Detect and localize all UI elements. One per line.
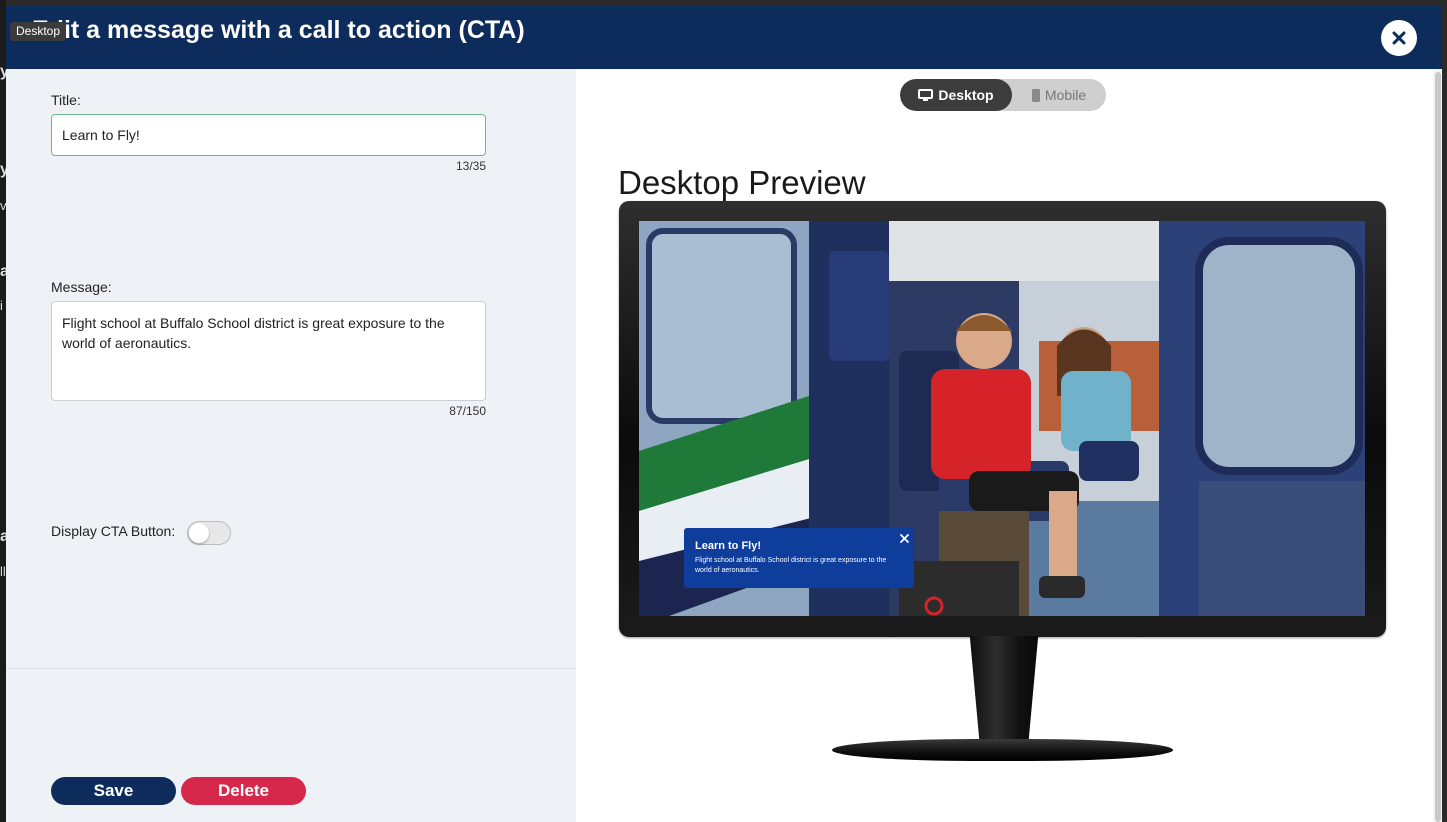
save-button[interactable]: Save bbox=[51, 777, 176, 805]
close-button[interactable] bbox=[1381, 20, 1417, 56]
cta-popup-close-icon[interactable] bbox=[898, 532, 910, 544]
mobile-tab[interactable]: Mobile bbox=[1012, 79, 1106, 111]
mobile-tab-label: Mobile bbox=[1044, 87, 1087, 103]
scrollbar-thumb[interactable] bbox=[1435, 72, 1441, 822]
divider bbox=[6, 668, 576, 669]
cta-popup-preview: Learn to Fly! Flight school at Buffalo S… bbox=[684, 528, 914, 588]
preview-screen: Learn to Fly! Flight school at Buffalo S… bbox=[639, 221, 1365, 616]
modal-title: Edit a message with a call to action (CT… bbox=[32, 16, 525, 44]
cta-popup-title: Learn to Fly! bbox=[695, 540, 762, 552]
form-panel: Title: 13/35 Message: Flight school at B… bbox=[6, 69, 576, 822]
delete-button[interactable]: Delete bbox=[181, 777, 306, 805]
monitor-frame: Learn to Fly! Flight school at Buffalo S… bbox=[619, 201, 1386, 637]
modal-header: Edit a message with a call to action (CT… bbox=[6, 6, 1442, 69]
edit-cta-modal: Edit a message with a call to action (CT… bbox=[6, 6, 1442, 822]
cta-toggle-label: Display CTA Button: bbox=[51, 523, 176, 539]
preview-heading: Desktop Preview bbox=[618, 164, 866, 201]
device-toggle: Desktop Mobile bbox=[900, 79, 1106, 111]
close-icon bbox=[1392, 31, 1406, 45]
tooltip: Desktop bbox=[10, 22, 67, 41]
desktop-tab-label: Desktop bbox=[938, 87, 994, 103]
monitor-stand bbox=[969, 636, 1039, 744]
monitor-base bbox=[832, 739, 1173, 761]
title-input[interactable] bbox=[51, 114, 486, 156]
phone-icon bbox=[1031, 88, 1040, 102]
monitor-icon bbox=[918, 88, 934, 101]
message-label: Message: bbox=[51, 279, 112, 295]
cta-toggle[interactable] bbox=[187, 521, 231, 545]
toggle-knob bbox=[189, 523, 209, 543]
title-label: Title: bbox=[51, 92, 81, 108]
cta-popup-message: Flight school at Buffalo School district… bbox=[695, 557, 887, 574]
message-counter: 87/150 bbox=[449, 404, 486, 418]
message-input[interactable]: Flight school at Buffalo School district… bbox=[51, 301, 486, 401]
title-counter: 13/35 bbox=[455, 159, 486, 173]
desktop-tab[interactable]: Desktop bbox=[900, 79, 1012, 111]
close-icon bbox=[899, 533, 909, 543]
